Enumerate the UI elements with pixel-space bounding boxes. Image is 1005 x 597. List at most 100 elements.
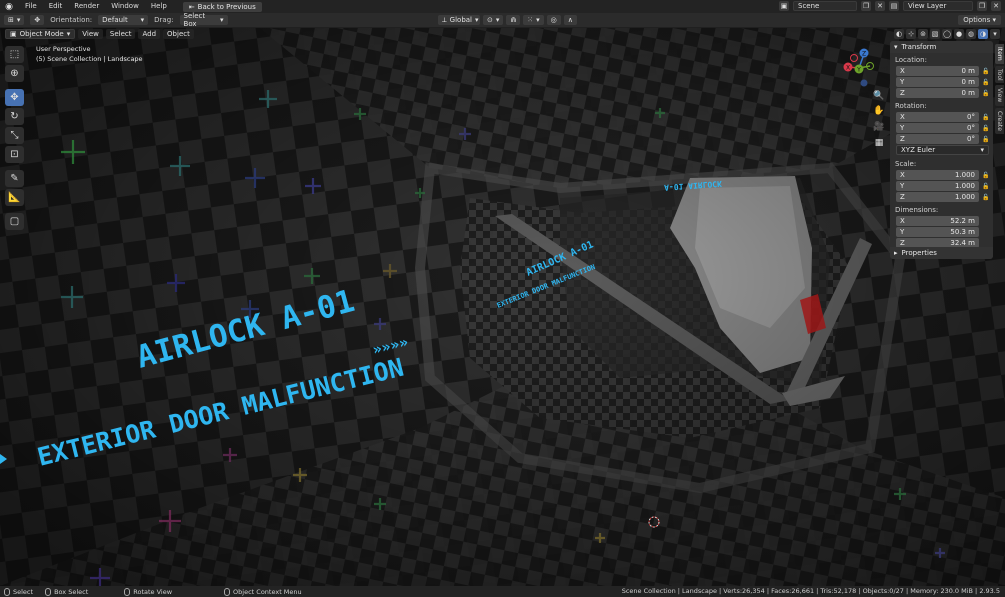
proportional-edit-toggle[interactable]: ◎	[546, 15, 561, 25]
active-tool-icon[interactable]: ✥	[30, 15, 45, 25]
annotate-tool-icon[interactable]: ✎	[5, 170, 24, 187]
rotate-tool-icon[interactable]: ↻	[5, 108, 24, 125]
pan-hand-icon[interactable]: ✋	[872, 104, 886, 118]
delete-scene-icon[interactable]: ✕	[875, 1, 885, 11]
lock-icon[interactable]: 🔓	[982, 79, 989, 86]
rotation-z-field[interactable]: Z 0°	[896, 134, 979, 144]
viewport-menu-object[interactable]: Object	[163, 29, 194, 39]
location-x-field[interactable]: X0 m	[896, 66, 979, 76]
overlays-icon[interactable]: ⊚	[918, 29, 928, 39]
select-box-tool-icon[interactable]: ⬚	[5, 46, 24, 63]
tab-tool[interactable]: Tool	[995, 65, 1004, 84]
lock-icon[interactable]: 🔓	[982, 68, 989, 75]
dimensions-y-field[interactable]: Y 50.3 m	[896, 227, 979, 237]
zoom-icon[interactable]: 🔍	[872, 89, 886, 103]
menu-render[interactable]: Render	[68, 0, 105, 13]
chevron-down-icon: ▾	[140, 16, 145, 24]
sidebar-tabs: Item Tool View Create	[995, 44, 1005, 134]
wireframe-shading-icon[interactable]: ◯	[942, 29, 952, 39]
xray-icon[interactable]: ▧	[930, 29, 940, 39]
gizmo-toggle-icon[interactable]: ⊹	[906, 29, 916, 39]
scale-y-field[interactable]: Y 1.000	[896, 181, 979, 191]
scene-icon[interactable]: ▣	[779, 1, 789, 11]
solid-shading-icon[interactable]: ●	[954, 29, 964, 39]
new-view-layer-icon[interactable]: ❐	[977, 1, 987, 11]
chevron-down-icon: ▾	[536, 16, 540, 24]
back-to-previous-button[interactable]: ⇤ Back to Previous	[182, 1, 262, 12]
cursor-tool-icon[interactable]: ⊕	[5, 65, 24, 82]
lock-icon[interactable]: 🔓	[982, 136, 989, 143]
orientation-dropdown[interactable]: Default ▾	[98, 15, 149, 25]
menu-window[interactable]: Window	[105, 0, 145, 13]
scale-tool-icon[interactable]: ⤡	[5, 127, 24, 144]
blender-logo-icon[interactable]: ◉	[3, 1, 15, 13]
add-cube-tool-icon[interactable]: ▢	[5, 213, 24, 230]
location-z-field[interactable]: Z0 m	[896, 88, 979, 98]
dimensions-x-field[interactable]: X 52.2 m	[896, 216, 979, 226]
transform-orientation-dropdown[interactable]: ⟂ Global ▾	[438, 15, 480, 25]
scene-selector[interactable]: Scene	[793, 1, 857, 11]
editor-type-icon: ⊞	[8, 16, 14, 24]
status-box-select: Box Select	[45, 587, 88, 596]
view-layer-selector[interactable]: View Layer	[903, 1, 973, 11]
view-layer-icon[interactable]: ▤	[889, 1, 899, 11]
tab-view[interactable]: View	[995, 85, 1004, 106]
scale-x-field[interactable]: X 1.000	[896, 170, 979, 180]
rotation-y-field[interactable]: Y 0°	[896, 123, 979, 133]
menu-file[interactable]: File	[19, 0, 43, 13]
rendered-shading-icon[interactable]: ◑	[978, 29, 988, 39]
chevron-down-icon: ▾	[66, 30, 71, 38]
properties-panel-header[interactable]: ▸ Properties	[890, 247, 993, 259]
status-bar: Select Box Select Rotate View Object Con…	[0, 586, 1005, 597]
location-y-field[interactable]: Y0 m	[896, 77, 979, 87]
material-shading-icon[interactable]: ◍	[966, 29, 976, 39]
options-button[interactable]: Options ▾	[958, 15, 1001, 25]
gizmo-neg-x[interactable]	[850, 54, 858, 62]
gizmo-neg-z[interactable]	[860, 79, 868, 87]
shading-options-icon[interactable]: ▾	[990, 29, 1000, 39]
menu-help[interactable]: Help	[145, 0, 173, 13]
mouse-right-icon	[224, 587, 231, 596]
menu-edit[interactable]: Edit	[43, 0, 69, 13]
rotation-x-field[interactable]: X 0°	[896, 112, 979, 122]
options-label: Options	[963, 16, 991, 24]
snap-toggle[interactable]: ⋒	[506, 15, 521, 25]
mouse-drag-icon	[45, 587, 52, 596]
snap-element-dropdown[interactable]: ⁙ ▾	[523, 15, 544, 25]
status-select: Select	[4, 587, 33, 596]
transform-panel-header[interactable]: ▾ Transform	[890, 41, 993, 53]
3d-viewport[interactable]: AIRLOCK A-01 EXTERIOR DOOR MALFUNCTION »…	[0, 28, 1005, 586]
tab-item[interactable]: Item	[995, 44, 1004, 64]
mode-dropdown[interactable]: ▣ Object Mode ▾	[5, 29, 76, 39]
transform-tool-icon[interactable]: ⊡	[5, 146, 24, 163]
lock-icon[interactable]: 🔓	[982, 125, 989, 132]
drag-dropdown[interactable]: Select Box ▾	[179, 12, 228, 28]
tab-create[interactable]: Create	[995, 107, 1004, 134]
viewport-menu-view[interactable]: View	[78, 29, 103, 39]
view-layer-name: View Layer	[908, 2, 947, 10]
editor-type-dropdown[interactable]: ⊞ ▾	[4, 15, 25, 25]
camera-view-icon[interactable]: 🎥	[872, 120, 886, 134]
location-label: Location:	[895, 56, 927, 64]
new-scene-icon[interactable]: ❐	[861, 1, 871, 11]
lock-icon[interactable]: 🔓	[982, 194, 989, 201]
falloff-dropdown[interactable]: ∧	[563, 15, 577, 25]
delete-view-layer-icon[interactable]: ✕	[991, 1, 1001, 11]
lock-icon[interactable]: 🔓	[982, 114, 989, 121]
lock-icon[interactable]: 🔓	[982, 172, 989, 179]
viewport-menu-select[interactable]: Select	[105, 29, 136, 39]
navigation-gizmo[interactable]: Z X Y	[840, 46, 880, 90]
rotation-mode-dropdown[interactable]: XYZ Euler ▾	[896, 145, 989, 155]
rotation-mode-value: XYZ Euler	[901, 146, 936, 154]
perspective-toggle-icon[interactable]: ▦	[872, 136, 886, 150]
svg-text:Y: Y	[856, 67, 861, 74]
visibility-icon[interactable]: ◐	[894, 29, 904, 39]
lock-icon[interactable]: 🔓	[982, 90, 989, 97]
scale-z-field[interactable]: Z 1.000	[896, 192, 979, 202]
lock-icon[interactable]: 🔓	[982, 183, 989, 190]
measure-tool-icon[interactable]: 📐	[5, 189, 24, 206]
move-tool-icon[interactable]: ✥	[5, 89, 24, 106]
viewport-menu-add[interactable]: Add	[138, 29, 161, 39]
transform-orientation-value: Global	[449, 16, 473, 24]
pivot-point-dropdown[interactable]: ⊙ ▾	[483, 15, 504, 25]
